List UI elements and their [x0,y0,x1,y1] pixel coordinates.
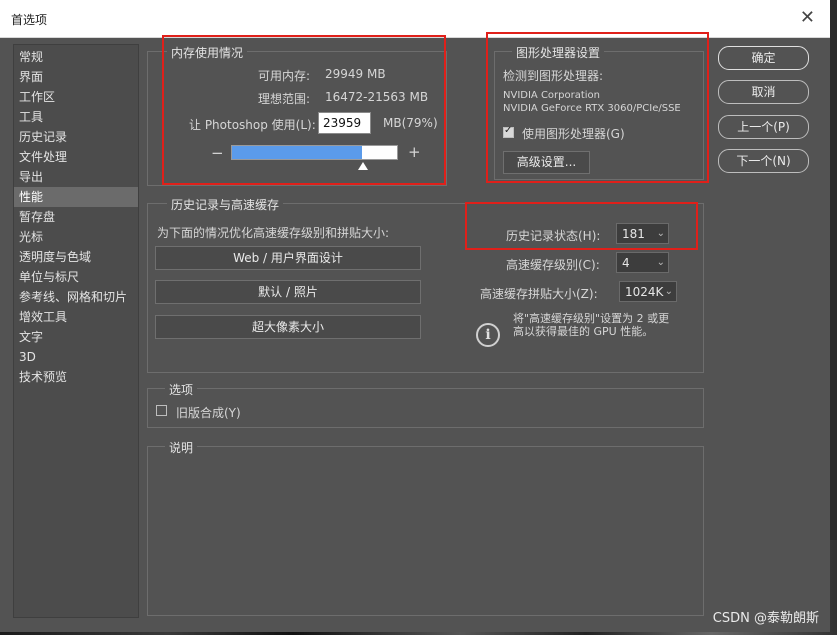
sidebar-item[interactable]: 工作区 [14,87,138,107]
chevron-down-icon: ⌄ [656,257,665,268]
tile-size-value: 1024K [625,285,664,299]
tile-size-label: 高速缓存拼贴大小(Z): [480,287,598,301]
sidebar-item[interactable]: 导出 [14,167,138,187]
memory-highlight-box [162,35,446,185]
sidebar-item[interactable]: 文字 [14,327,138,347]
tile-size-select[interactable]: 1024K ⌄ [619,281,677,302]
history-cache-title: 历史记录与高速缓存 [167,196,284,213]
web-ui-preset-button[interactable]: Web / 用户界面设计 [155,246,421,270]
info-icon: i [476,323,500,347]
description-title: 说明 [165,439,198,456]
cache-levels-label: 高速缓存级别(C): [506,258,600,272]
close-icon[interactable]: ✕ [800,7,815,28]
description-group [147,446,704,616]
legacy-compositing-label[interactable]: 旧版合成(Y) [176,404,241,421]
gpu-highlight-box [486,32,709,183]
watermark-text: CSDN @泰勒朗斯 [712,611,819,626]
cache-levels-select[interactable]: 4 ⌄ [616,252,669,273]
previous-button[interactable]: 上一个(P) [718,115,809,139]
huge-pixel-preset-button[interactable]: 超大像素大小 [155,315,421,339]
next-button[interactable]: 下一个(N) [718,149,809,173]
sidebar-item[interactable]: 历史记录 [14,127,138,147]
chevron-down-icon: ⌄ [664,286,673,297]
preferences-dialog: 首选项 ✕ 常规 界面 工作区 工具 历史记录 文件处理 导出 性能 暂存盘 光标 透明度与色域 单位… [0,0,830,632]
cancel-button[interactable]: 取消 [718,80,809,104]
sidebar-item[interactable]: 界面 [14,67,138,87]
default-photo-preset-button[interactable]: 默认 / 照片 [155,280,421,304]
sidebar-item[interactable]: 3D [14,347,138,367]
sidebar-item[interactable]: 工具 [14,107,138,127]
optimize-label: 为下面的情况优化高速缓存级别和拼贴大小: [157,226,390,240]
sidebar-item[interactable]: 常规 [14,47,138,67]
options-title: 选项 [165,381,198,398]
sidebar-item[interactable]: 透明度与色域 [14,247,138,267]
ok-button[interactable]: 确定 [718,46,809,70]
history-states-highlight-box [465,202,698,250]
sidebar-item[interactable]: 单位与标尺 [14,267,138,287]
legacy-compositing-checkbox[interactable] [156,405,167,416]
sidebar-item[interactable]: 文件处理 [14,147,138,167]
sidebar-item[interactable]: 参考线、网格和切片 [14,287,138,307]
sidebar-item[interactable]: 暂存盘 [14,207,138,227]
sidebar-item[interactable]: 技术预览 [14,367,138,387]
cache-levels-value: 4 [622,256,630,270]
window-title: 首选项 [11,13,48,27]
sidebar-item[interactable]: 性能 [14,187,138,207]
sidebar-item[interactable]: 增效工具 [14,307,138,327]
category-sidebar: 常规 界面 工作区 工具 历史记录 文件处理 导出 性能 暂存盘 光标 透明度与色域 单位与标尺 参考线… [13,44,139,618]
sidebar-item[interactable]: 光标 [14,227,138,247]
cache-info-line2: 高以获得最佳的 GPU 性能。 [513,325,654,338]
